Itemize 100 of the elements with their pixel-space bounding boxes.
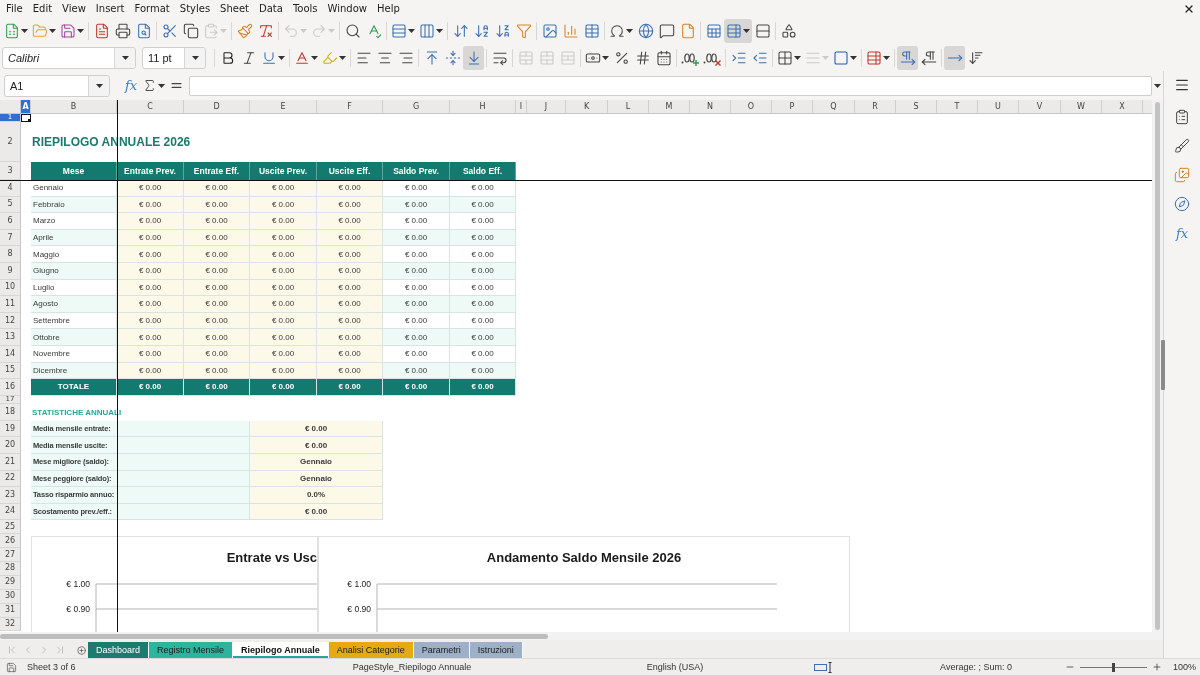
menu-item[interactable]: View (57, 1, 91, 16)
column-header[interactable]: C (117, 100, 184, 114)
menu-item[interactable]: Tools (287, 1, 323, 16)
column-header[interactable]: P (772, 100, 813, 114)
column-header[interactable]: G (383, 100, 450, 114)
column-header[interactable]: L (608, 100, 649, 114)
row-header[interactable]: 27 (0, 548, 21, 562)
freeze-button[interactable] (724, 18, 752, 43)
total-cell: € 0.00 (117, 379, 184, 396)
menu-item[interactable]: Data (254, 1, 288, 16)
column-header[interactable]: J (527, 100, 566, 114)
page-icon (679, 22, 696, 39)
row-header[interactable]: 25 (0, 520, 21, 535)
font-size-field[interactable]: 11 pt (142, 46, 206, 69)
column-header[interactable]: S (896, 100, 937, 114)
sheet-tab[interactable]: Parametri (413, 642, 470, 658)
row-header[interactable]: 16 (0, 379, 21, 396)
formula-input[interactable] (189, 75, 1152, 96)
caret-icon (220, 28, 227, 33)
menu-item[interactable]: Format (129, 1, 175, 16)
total-cell: € 0.00 (383, 379, 450, 396)
caret-icon (121, 55, 129, 60)
font-size-dropdown[interactable] (184, 47, 205, 68)
caret-icon (95, 83, 103, 88)
sidebar-resize-handle[interactable] (1161, 340, 1165, 390)
row-header[interactable]: 13 (0, 329, 21, 346)
font-name-field[interactable]: Calibri (2, 46, 136, 69)
caret-icon (21, 28, 28, 33)
menu-item[interactable]: Window (322, 1, 372, 16)
funnel-icon (515, 22, 532, 39)
caret-icon (794, 55, 801, 60)
chart-title: Andamento Saldo Mensile 2026 (486, 550, 682, 566)
month-cell: Agosto (31, 296, 117, 313)
folder-icon (32, 22, 48, 39)
column-header[interactable]: R (855, 100, 896, 114)
align-bottom-button[interactable] (463, 45, 484, 70)
column-header[interactable]: U (978, 100, 1019, 114)
menu-item[interactable]: Styles (174, 1, 216, 16)
row-header[interactable]: 23 (0, 487, 21, 504)
function-wizard-button[interactable]: fx (122, 75, 141, 96)
sheet-tab[interactable]: Analisi Categorie (328, 642, 414, 658)
calendar-icon (655, 49, 672, 66)
caret-icon (311, 55, 318, 60)
column-header[interactable]: K (566, 100, 608, 114)
total-cell: € 0.00 (184, 379, 250, 396)
table-cell: € 0.00 (317, 213, 383, 230)
column-header[interactable]: N (690, 100, 731, 114)
table-cell: € 0.00 (184, 296, 250, 313)
column-header[interactable]: X (1102, 100, 1143, 114)
row-header[interactable]: 6 (0, 213, 21, 230)
sheet-tab[interactable]: Riepilogo Annuale (233, 642, 329, 658)
menu-item[interactable]: Help (372, 1, 405, 16)
row-header[interactable]: 20 (0, 437, 21, 454)
column-header[interactable]: H (450, 100, 516, 114)
menu-item[interactable]: Edit (27, 1, 58, 16)
paintbrush-icon (236, 22, 253, 39)
row-header[interactable]: 2 (0, 122, 21, 162)
up-down-arrows-icon (452, 22, 469, 39)
column-header[interactable]: O (731, 100, 772, 114)
left-to-right-button[interactable] (897, 45, 918, 70)
column-header[interactable]: W (1061, 100, 1102, 114)
column-header[interactable]: V (1019, 100, 1061, 114)
brush-icon (1174, 138, 1190, 154)
row-header[interactable]: 26 (0, 534, 21, 549)
row-header[interactable]: 8 (0, 246, 21, 263)
caret-icon (158, 83, 166, 88)
sheet-tab[interactable]: Registro Mensile (149, 642, 234, 658)
undo-icon (283, 22, 299, 39)
speech-bubble-icon (658, 22, 675, 39)
row-header[interactable]: 11 (0, 296, 21, 313)
column-header[interactable]: D (184, 100, 250, 114)
omega-icon (609, 22, 625, 39)
circle-plus-icon (76, 645, 86, 655)
sheet-tab[interactable]: Istruzioni (469, 642, 523, 658)
redo-icon (311, 22, 327, 39)
stat-value: 0.0% (250, 487, 383, 504)
zoom-slider-thumb[interactable] (1112, 662, 1116, 672)
font-name-dropdown[interactable] (114, 47, 135, 68)
menu-item[interactable]: Sheet (215, 1, 255, 16)
column-header[interactable]: I (516, 100, 527, 114)
column-header[interactable]: T (937, 100, 978, 114)
sheet-tab[interactable]: Dashboard (88, 642, 150, 658)
copy-icon (182, 22, 199, 39)
split-cells-icon (559, 49, 576, 66)
row-header[interactable]: 3 (0, 162, 21, 180)
table-cell: € 0.00 (383, 213, 450, 230)
column-heading: Uscite Eff. (317, 162, 383, 180)
menu-item[interactable]: File (1, 1, 28, 16)
column-header[interactable]: F (317, 100, 383, 114)
zoom-slider[interactable] (1079, 662, 1147, 672)
name-box[interactable]: A1 (4, 74, 110, 97)
menu-item[interactable]: Insert (90, 1, 130, 16)
name-box-dropdown[interactable] (88, 75, 109, 96)
caret-icon (743, 28, 750, 33)
functions-button[interactable]: fx (1170, 222, 1194, 244)
table-cell: € 0.00 (117, 213, 184, 230)
column-header[interactable]: E (250, 100, 317, 114)
column-header[interactable]: Q (813, 100, 855, 114)
column-header[interactable]: B (31, 100, 117, 114)
column-header[interactable]: M (649, 100, 690, 114)
